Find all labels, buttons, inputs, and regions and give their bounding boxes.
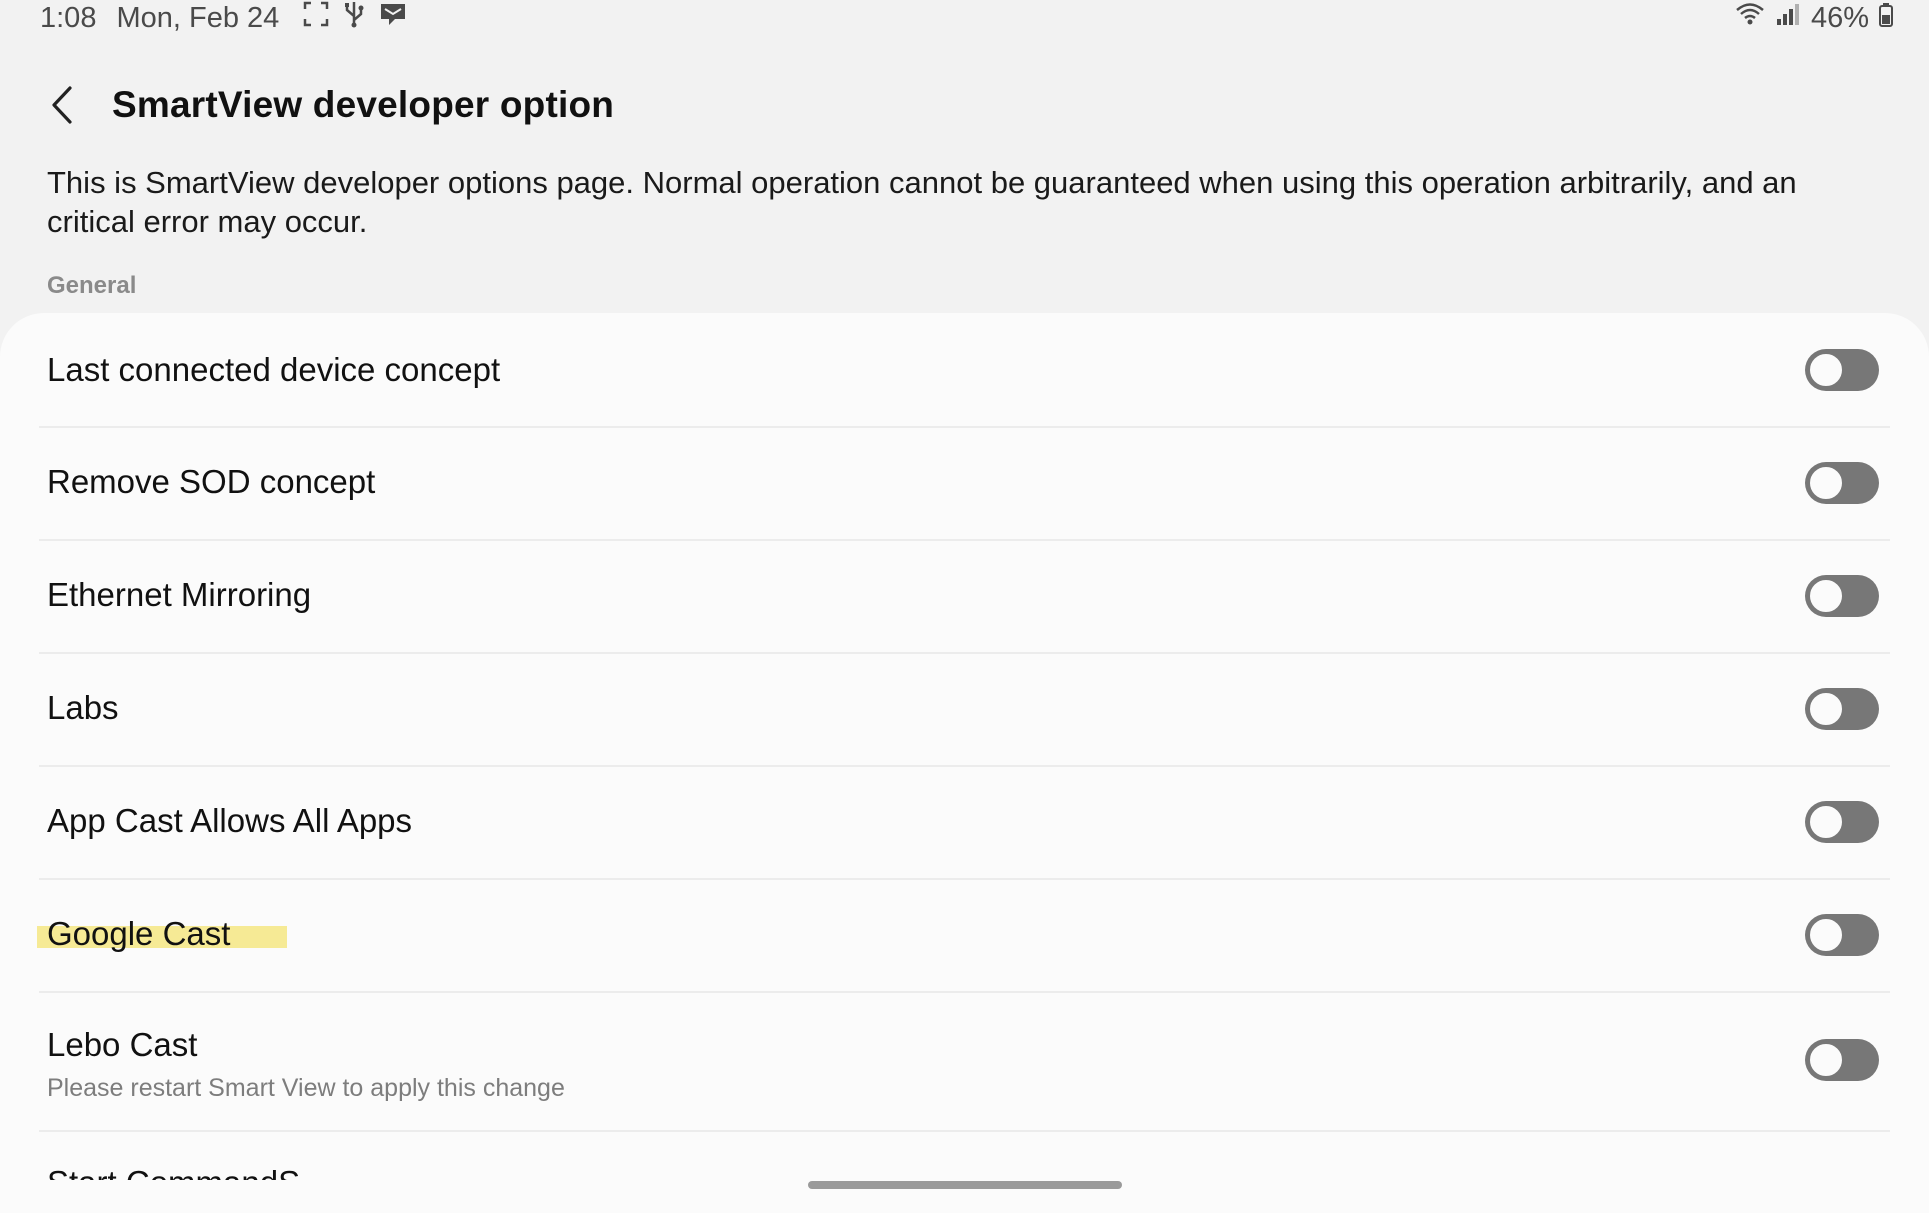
toggle-knob [1807,351,1845,389]
usb-icon [343,0,365,36]
app-bar: SmartView developer option [40,70,614,140]
message-icon [379,1,407,35]
toggle-switch[interactable] [1805,688,1879,730]
setting-row-app-cast-allows-all-apps[interactable]: App Cast Allows All Apps [0,767,1929,878]
setting-title-text: Google Cast [47,915,231,952]
settings-card: Last connected device concept Remove SOD… [0,313,1929,1213]
wifi-icon [1735,1,1765,35]
setting-title: App Cast Allows All Apps [47,802,413,839]
toggle-knob [1807,1041,1845,1079]
status-bar-right: 46% [1735,0,1893,36]
page-title: SmartView developer option [112,84,615,125]
battery-icon [1879,2,1893,35]
battery-percent: 46% [1810,1,1869,34]
setting-row-google-cast[interactable]: Google Cast [0,880,1929,991]
toggle-switch[interactable] [1805,1039,1879,1081]
screen-capture-icon [303,1,329,35]
toggle-switch[interactable] [1805,575,1879,617]
back-arrow-icon [52,86,72,124]
setting-row-labs[interactable]: Labs [0,654,1929,765]
setting-title: Last connected device concept [47,351,501,388]
toggle-switch[interactable] [1805,801,1879,843]
toggle-knob [1807,690,1845,728]
description-text: This is SmartView developer options page… [47,165,1797,239]
toggle-knob [1807,577,1845,615]
setting-title: Lebo Cast [47,1026,198,1063]
toggle-knob [1807,803,1845,841]
setting-title: Remove SOD concept [47,463,376,500]
setting-title: Google Cast [37,915,287,953]
setting-title: Ethernet Mirroring [47,576,312,613]
toggle-switch[interactable] [1805,349,1879,391]
setting-row-last-connected-device-concept[interactable]: Last connected device concept [0,313,1929,426]
toggle-knob [1807,464,1845,502]
home-indicator[interactable] [808,1181,1122,1189]
status-date: Mon, Feb 24 [116,1,280,34]
toggle-knob [1807,916,1845,954]
setting-row-remove-sod-concept[interactable]: Remove SOD concept [0,428,1929,539]
setting-title: Labs [47,689,119,726]
toggle-switch[interactable] [1805,914,1879,956]
setting-title-partial: Start CommandS [47,1164,300,1180]
setting-row-partial[interactable]: Start CommandS [47,1160,300,1180]
notification-icons [303,0,407,36]
section-header-general: General [47,272,137,299]
status-bar: 1:08 Mon, Feb 24 46% [0,0,1929,40]
setting-row-lebo-cast[interactable]: Lebo Cast Please restart Smart View to a… [0,993,1929,1130]
back-button[interactable] [40,75,84,135]
status-time: 1:08 [40,1,97,34]
toggle-switch[interactable] [1805,462,1879,504]
divider [39,1130,1890,1132]
status-bar-left: 1:08 Mon, Feb 24 [40,0,407,36]
setting-row-ethernet-mirroring[interactable]: Ethernet Mirroring [0,541,1929,652]
cellular-signal-icon [1775,1,1801,35]
setting-subtitle: Please restart Smart View to apply this … [47,1074,565,1102]
